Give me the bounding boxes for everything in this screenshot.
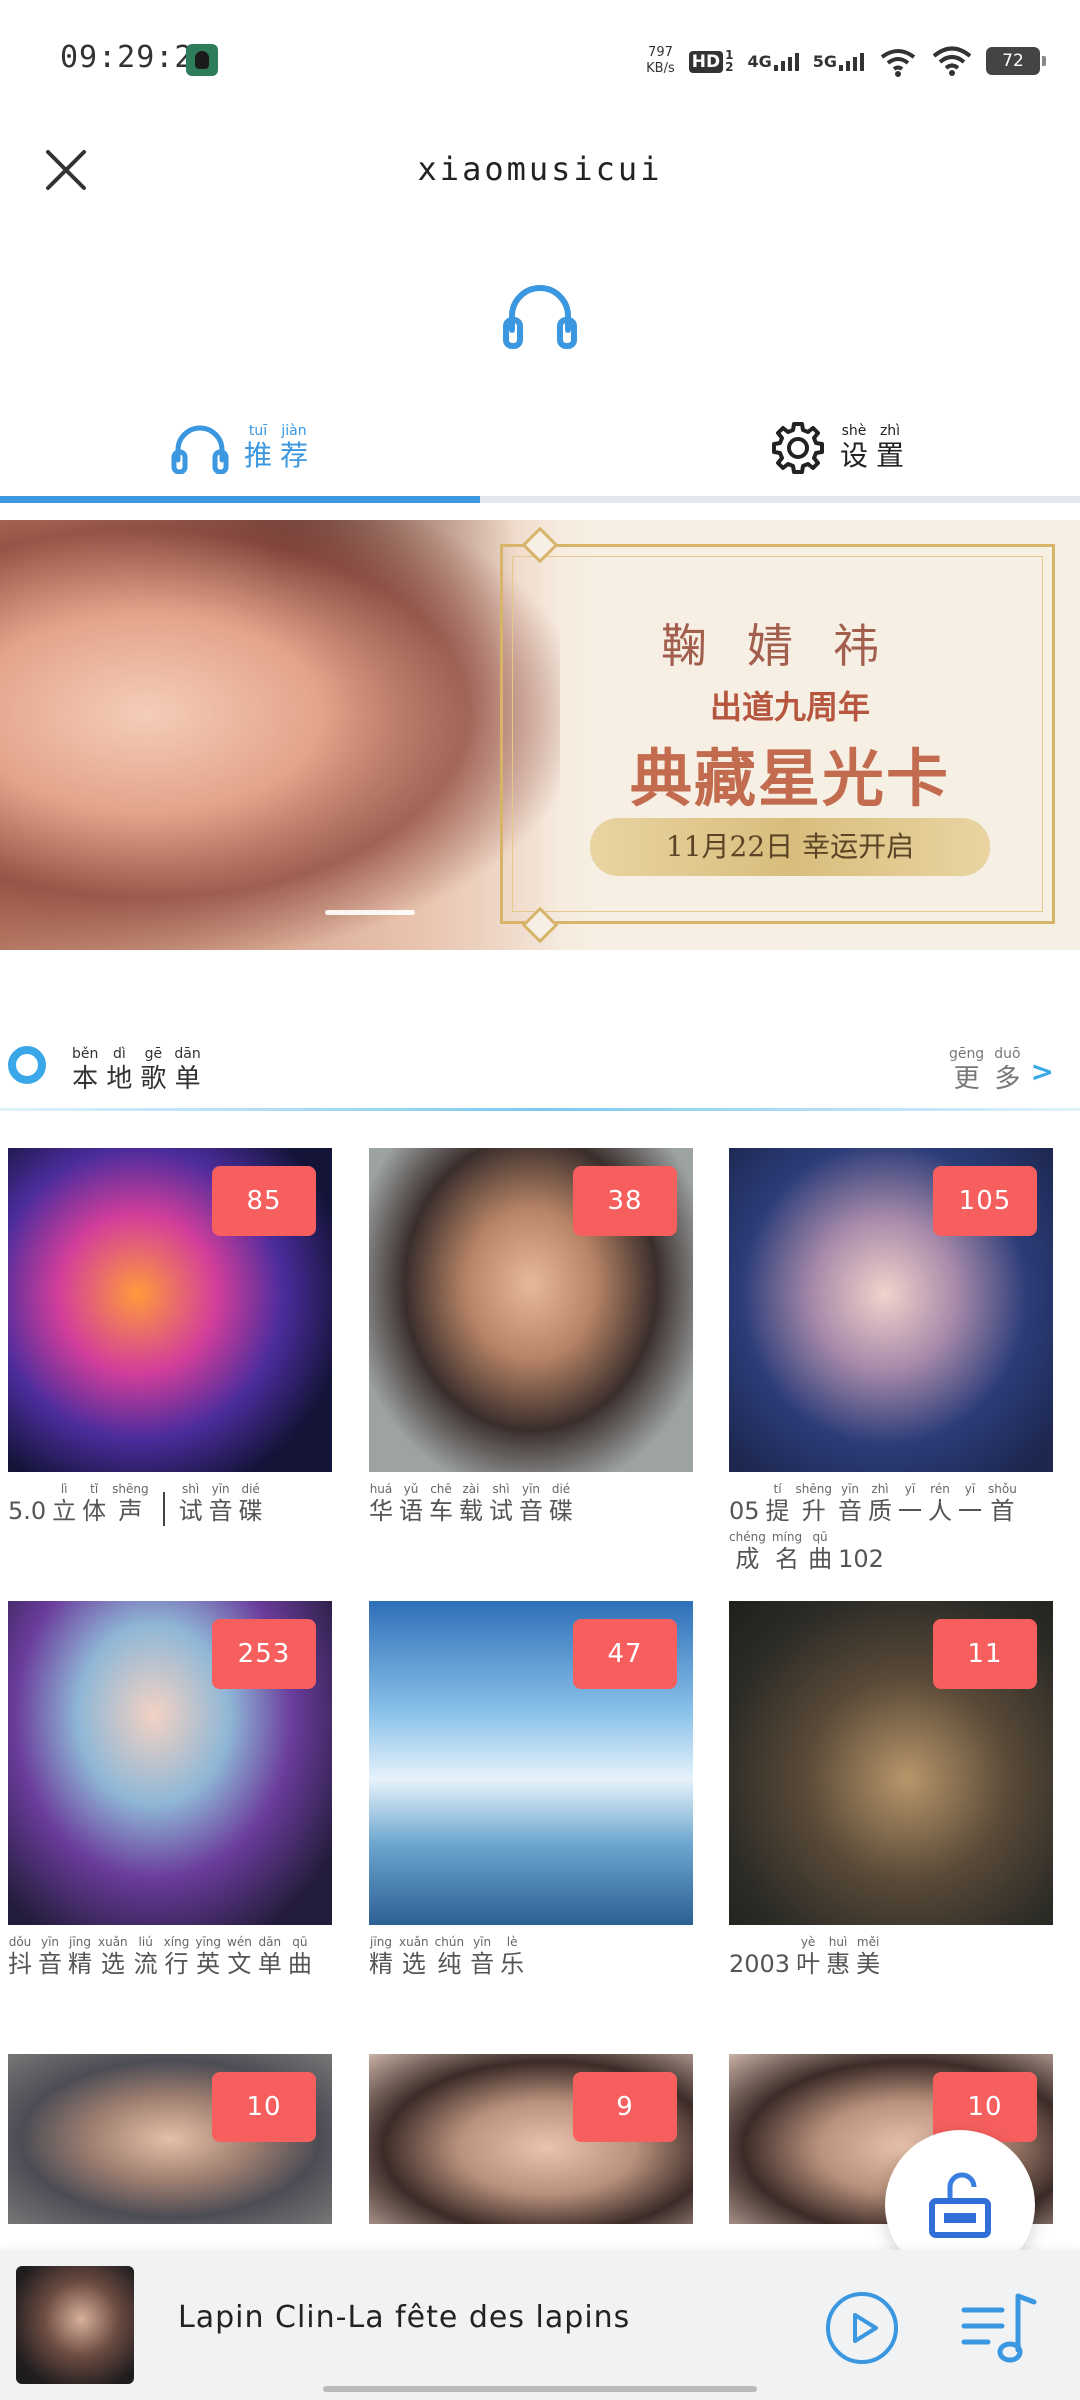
playlist-title: 05 tí 提 shēng 升 yīn 音 zhì 质 yī 一 rén 人 yī 一 shǒ…	[729, 1482, 1017, 1573]
song-count-badge: 10	[212, 2072, 316, 2142]
section-title: běn 本 dì 地 gē 歌 dān 单	[72, 1046, 201, 1094]
tab-recommend-label: tuī 推 jiàn 荐	[244, 423, 309, 472]
tab-recommend[interactable]: tuī 推 jiàn 荐	[170, 400, 308, 496]
song-count-badge: 253	[212, 1619, 316, 1689]
notification-avatar-icon	[186, 44, 218, 76]
banner-artist-name: 鞠婧祎	[661, 619, 919, 673]
song-count-badge: 11	[933, 1619, 1037, 1689]
song-count-badge: 47	[573, 1619, 677, 1689]
more-link[interactable]: gēng 更 duō 多 >	[949, 1046, 1054, 1096]
headphones-logo-icon	[503, 285, 577, 349]
playlist-title: 2003 yè 叶 huì 惠 měi 美	[729, 1935, 881, 1978]
tab-bar: tuī 推 jiàn 荐 shè 设 zhì 置	[0, 400, 1080, 505]
playlist-title: huá 华 yǔ 语 chē 车 zài 载 shì 试 yīn 音 dié 碟	[369, 1482, 573, 1525]
playlist-card[interactable]: 9	[369, 2054, 693, 2224]
status-indicators: 797 KB/s HD 1 2 4G 5G 72	[646, 36, 1046, 86]
chevron-right-icon: >	[1030, 1054, 1054, 1088]
title-divider	[162, 1492, 165, 1526]
tab-settings-label: shè 设 zhì 置	[840, 423, 905, 472]
song-count-badge: 38	[573, 1166, 677, 1236]
signal-4g-icon: 4G	[747, 51, 799, 71]
song-count-badge: 9	[573, 2072, 677, 2142]
playlist-cover: 253	[8, 1601, 332, 1925]
battery-icon: 72	[986, 47, 1046, 75]
song-count-badge: 105	[933, 1166, 1037, 1236]
hd-indicator: HD 1 2	[688, 49, 733, 73]
local-playlists-header: běn 本 dì 地 gē 歌 dān 单 gēng 更 duō 多 >	[0, 1030, 1080, 1111]
playlist-cover: 38	[369, 1148, 693, 1472]
playlist-card[interactable]: 85 5.0 lì 立 tǐ 体 shēng 声 shì 试 yīn 音 dié 碟	[8, 1148, 332, 1526]
tab-indicator	[0, 496, 480, 503]
mini-player[interactable]: Lapin Clin-La fête des lapins	[0, 2250, 1080, 2400]
section-divider	[0, 1108, 1080, 1111]
app-title: xiaomusicui	[417, 150, 663, 188]
status-bar: 09:29:21 797 KB/s HD 1 2 4G 5G 72	[0, 0, 1080, 120]
playlist-cover: 47	[369, 1601, 693, 1925]
play-icon[interactable]	[824, 2290, 900, 2366]
playlist-card[interactable]: 253 dǒu 抖 yīn 音 jīng 精 xuǎn 选 liú 流 xíng 行 yīn…	[8, 1601, 332, 1979]
banner-date: 11月22日 幸运开启	[590, 818, 990, 876]
playlist-title: dǒu 抖 yīn 音 jīng 精 xuǎn 选 liú 流 xíng 行 yīng 英 w…	[8, 1935, 312, 1978]
song-count-badge: 85	[212, 1166, 316, 1236]
playlist-card[interactable]: 38 huá 华 yǔ 语 chē 车 zài 载 shì 试 yīn 音 dié 碟	[369, 1148, 693, 1526]
unlock-icon	[929, 2172, 991, 2238]
playlist-cover: 105	[729, 1148, 1053, 1472]
playlist-card[interactable]: 47 jīng 精 xuǎn 选 chún 纯 yīn 音 lè 乐	[369, 1601, 693, 1979]
playlist-card[interactable]: 105 05 tí 提 shēng 升 yīn 音 zhì 质 yī 一 rén 人 yī 一…	[729, 1148, 1053, 1574]
playlist-cover: 85	[8, 1148, 332, 1472]
home-indicator[interactable]	[323, 2386, 757, 2392]
playlist-card[interactable]: 10	[8, 2054, 332, 2224]
hotspot-icon	[880, 49, 916, 77]
playlist-cover: 11	[729, 1601, 1053, 1925]
banner-page-indicator	[325, 910, 415, 915]
playlist-cover: 10	[8, 2054, 332, 2224]
app-header: xiaomusicui	[0, 120, 1080, 220]
network-speed: 797 KB/s	[646, 45, 675, 76]
playlist-title: 5.0 lì 立 tǐ 体 shēng 声 shì 试 yīn 音 dié 碟	[8, 1482, 263, 1526]
headphones-icon	[171, 425, 229, 474]
banner-headline: 典藏星光卡	[629, 742, 950, 815]
playlist-card[interactable]: 11 2003 yè 叶 huì 惠 měi 美	[729, 1601, 1053, 1979]
wifi-icon	[932, 46, 972, 76]
banner-subtitle: 出道九周年	[709, 688, 870, 726]
playlist-cover: 9	[369, 2054, 693, 2224]
playlist-queue-icon[interactable]	[958, 2286, 1042, 2370]
gear-icon	[772, 422, 824, 474]
promo-banner[interactable]: 鞠婧祎 出道九周年 典藏星光卡 11月22日 幸运开启	[0, 520, 1080, 950]
section-dot-icon	[8, 1046, 46, 1084]
banner-photo	[0, 520, 560, 950]
now-playing-title: Lapin Clin-La fête des lapins	[178, 2300, 631, 2335]
now-playing-cover	[16, 2266, 134, 2384]
tab-settings[interactable]: shè 设 zhì 置	[770, 400, 904, 496]
signal-5g-icon: 5G	[813, 51, 864, 71]
playlist-title: jīng 精 xuǎn 选 chún 纯 yīn 音 lè 乐	[369, 1935, 525, 1978]
